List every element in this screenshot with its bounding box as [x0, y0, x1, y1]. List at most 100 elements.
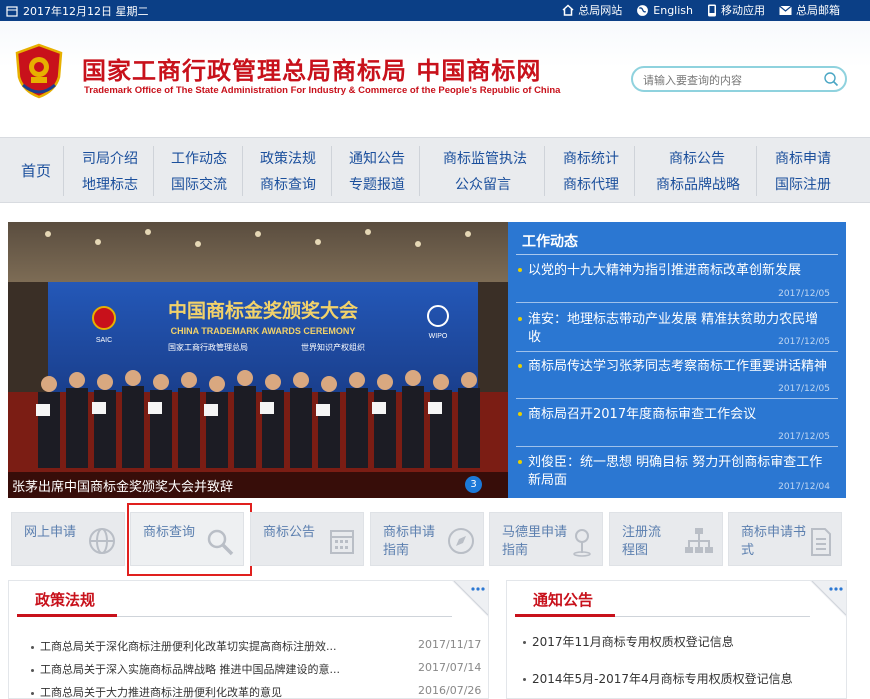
tile-label: 网上申请 — [24, 525, 77, 540]
search-box[interactable]: 请输入要查询的内容 — [631, 66, 847, 92]
nav-item[interactable]: 商标监管执法 — [443, 148, 527, 168]
policy-item-date: 2017/07/14 — [418, 661, 482, 674]
work-news-title[interactable]: 工作动态 — [522, 231, 578, 251]
stage-org-right: 世界知识产权组织 — [301, 342, 365, 352]
link-english[interactable]: English — [636, 4, 693, 17]
service-online-application[interactable]: 网上申请 — [11, 512, 125, 566]
compass-icon — [448, 528, 474, 554]
link-label: 总局网站 — [578, 4, 623, 17]
divider — [516, 398, 838, 399]
link-mobile-app[interactable]: 移动应用 — [707, 2, 765, 18]
nav-item[interactable]: 国际交流 — [171, 174, 227, 194]
news-date: 2017/12/05 — [778, 289, 830, 299]
nav-divider — [153, 146, 154, 196]
divider — [516, 254, 838, 255]
search-input[interactable]: 请输入要查询的内容 — [643, 72, 742, 88]
nav-item[interactable]: 地理标志 — [82, 174, 138, 194]
news-banner[interactable]: 中国商标金奖颁奖大会 CHINA TRADEMARK AWARDS CEREMO… — [8, 222, 508, 498]
nav-item[interactable]: 商标统计 — [563, 148, 619, 168]
policy-item-title[interactable]: 工商总局关于深入实施商标品牌战略 推进中国品牌建设的意... — [40, 663, 340, 676]
service-application-forms[interactable]: 商标申请书式 — [728, 512, 842, 566]
link-saic-site[interactable]: 总局网站 — [562, 2, 622, 18]
stage-logo-right: WIPO — [429, 333, 448, 340]
banner-caption[interactable]: 张茅出席中国商标金奖颁奖大会并致辞 — [12, 476, 233, 495]
bullet-icon — [523, 641, 526, 644]
link-label: 移动应用 — [721, 4, 765, 17]
globe-icon — [637, 4, 649, 16]
policy-item[interactable]: 工商总局关于大力推进商标注册便利化改革的意见 — [31, 684, 282, 699]
policy-item-date: 2016/07/26 — [418, 684, 482, 697]
globe-icon — [89, 528, 115, 554]
bullet-icon — [523, 678, 526, 681]
site-title-en: Trademark Office of The State Administra… — [84, 85, 561, 96]
news-title[interactable]: 商标局召开2017年度商标审查工作会议 — [528, 406, 828, 424]
service-application-guide[interactable]: 商标申请指南 — [370, 512, 484, 566]
nav-item[interactable]: 通知公告 — [349, 148, 405, 168]
stage-org-left: 国家工商行政管理总局 — [168, 342, 248, 352]
nav-divider — [634, 146, 635, 196]
nav-item[interactable]: 专题报道 — [349, 174, 405, 194]
more-icon[interactable] — [810, 581, 846, 617]
calendar-small-icon — [6, 6, 18, 17]
bullet-icon — [518, 460, 522, 464]
bullet-icon — [518, 317, 522, 321]
notice-item[interactable]: 2017年11月商标专用权质权登记信息 — [523, 633, 734, 650]
policy-item-title[interactable]: 工商总局关于深化商标注册便利化改革切实提高商标注册效... — [40, 640, 337, 653]
nav-item[interactable]: 政策法规 — [260, 148, 316, 168]
top-bar: 2017年12月12日 星期二 总局网站 English 移动应用 总局邮箱 — [0, 0, 870, 21]
service-registration-flowchart[interactable]: 注册流程图 — [609, 512, 723, 566]
banner-photo: 中国商标金奖颁奖大会 CHINA TRADEMARK AWARDS CEREMO… — [8, 222, 508, 498]
nav-item[interactable]: 商标代理 — [563, 174, 619, 194]
tile-label: 商标公告 — [263, 525, 316, 540]
policy-title[interactable]: 政策法规 — [35, 589, 95, 610]
site-header: 国家工商行政管理总局商标局 中国商标网 Trademark Office of … — [0, 21, 870, 137]
home-icon — [562, 4, 574, 16]
nav-item[interactable]: 商标查询 — [260, 174, 316, 194]
news-title[interactable]: 商标局传达学习张茅同志考察商标工作重要讲话精神 — [528, 358, 828, 376]
notice-item-title[interactable]: 2014年5月-2017年4月商标专用权质权登记信息 — [532, 672, 793, 686]
service-trademark-announcement[interactable]: 商标公告 — [250, 512, 364, 566]
link-mailbox[interactable]: 总局邮箱 — [779, 2, 840, 18]
nav-item[interactable]: 工作动态 — [171, 148, 227, 168]
bullet-icon — [518, 364, 522, 368]
nav-divider — [331, 146, 332, 196]
calendar-icon — [330, 530, 354, 554]
policy-item[interactable]: 工商总局关于深入实施商标品牌战略 推进中国品牌建设的意... — [31, 661, 340, 677]
nav-item[interactable]: 国际注册 — [775, 174, 831, 194]
news-date: 2017/12/05 — [778, 337, 830, 347]
nav-item[interactable]: 商标申请 — [775, 148, 831, 168]
nav-item[interactable]: 商标品牌战略 — [656, 174, 740, 194]
notice-title[interactable]: 通知公告 — [533, 589, 593, 610]
nav-item[interactable]: 商标公告 — [669, 148, 725, 168]
stage-logo-left: SAIC — [96, 337, 112, 344]
nav-item[interactable]: 公众留言 — [455, 174, 511, 194]
tile-label: 商标申请书式 — [741, 525, 807, 558]
nav-divider — [419, 146, 420, 196]
selection-highlight — [127, 503, 252, 576]
search-icon[interactable] — [823, 71, 839, 87]
nav-home[interactable]: 首页 — [21, 160, 51, 181]
news-date: 2017/12/04 — [778, 482, 830, 492]
tile-label: 注册流程图 — [622, 525, 662, 558]
more-icon[interactable] — [452, 581, 488, 617]
tile-label: 商标申请指南 — [383, 525, 436, 558]
news-date: 2017/12/05 — [778, 432, 830, 442]
stage-title-en: CHINA TRADEMARK AWARDS CEREMONY — [171, 326, 356, 336]
policy-item[interactable]: 工商总局关于深化商标注册便利化改革切实提高商标注册效... — [31, 638, 337, 654]
policy-panel: 政策法规 工商总局关于深化商标注册便利化改革切实提高商标注册效... 2017/… — [8, 580, 489, 699]
nav-divider — [63, 146, 64, 196]
news-title[interactable]: 以党的十九大精神为指引推进商标改革创新发展 — [528, 262, 828, 280]
work-news-panel: 工作动态 以党的十九大精神为指引推进商标改革创新发展 2017/12/05 淮安… — [508, 222, 846, 498]
title-underline — [17, 614, 117, 617]
national-emblem-icon[interactable] — [13, 43, 65, 99]
notice-item[interactable]: 2014年5月-2017年4月商标专用权质权登记信息 — [523, 670, 793, 687]
service-madrid-guide[interactable]: 马德里申请指南 — [489, 512, 603, 566]
link-label: 总局邮箱 — [796, 4, 840, 17]
policy-item-title[interactable]: 工商总局关于大力推进商标注册便利化改革的意见 — [40, 686, 282, 699]
slide-indicator[interactable]: 3 — [465, 476, 482, 493]
bullet-icon — [31, 691, 34, 695]
nav-item[interactable]: 司局介绍 — [82, 148, 138, 168]
nav-divider — [242, 146, 243, 196]
bullet-icon — [518, 412, 522, 416]
notice-item-title[interactable]: 2017年11月商标专用权质权登记信息 — [532, 635, 734, 649]
